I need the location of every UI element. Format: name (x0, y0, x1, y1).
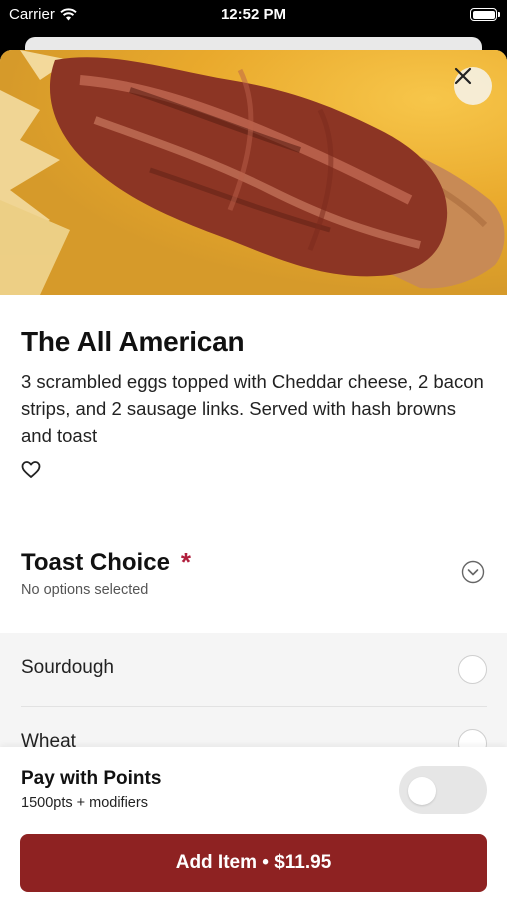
close-button[interactable] (454, 67, 492, 105)
heart-icon (21, 461, 41, 478)
modifier-options-list: Sourdough Wheat (0, 633, 507, 750)
close-icon (454, 67, 472, 85)
points-subtitle: 1500pts + modifiers (21, 795, 148, 811)
option-row-wheat[interactable]: Wheat (0, 707, 507, 750)
toggle-knob (408, 777, 436, 805)
points-title: Pay with Points (21, 768, 162, 789)
item-photo (0, 50, 507, 295)
item-detail-sheet: The All American 3 scrambled eggs topped… (0, 50, 507, 900)
item-title: The All American (21, 326, 245, 357)
bacon-photo-illustration (0, 50, 505, 295)
modifier-group-title: Toast Choice (21, 548, 170, 576)
battery-icon (470, 8, 500, 21)
add-item-button[interactable]: Add Item • $11.95 (20, 834, 487, 892)
checkout-footer: Pay with Points 1500pts + modifiers Add … (0, 747, 507, 900)
chevron-down-circle-icon (461, 560, 485, 584)
status-bar: Carrier 12:52 PM (0, 0, 507, 30)
option-row-sourdough[interactable]: Sourdough (0, 633, 507, 707)
status-time: 12:52 PM (220, 6, 287, 23)
pay-with-points-toggle[interactable] (399, 766, 487, 814)
favorite-button[interactable] (21, 460, 41, 480)
option-radio[interactable] (458, 655, 487, 684)
expand-button[interactable] (461, 560, 485, 584)
required-marker: * (180, 547, 192, 577)
item-description: 3 scrambled eggs topped with Cheddar che… (21, 371, 484, 446)
option-label: Sourdough (21, 657, 114, 678)
modifier-group-header[interactable]: Toast Choice * (21, 547, 191, 578)
modifier-group-status: No options selected (21, 582, 149, 598)
